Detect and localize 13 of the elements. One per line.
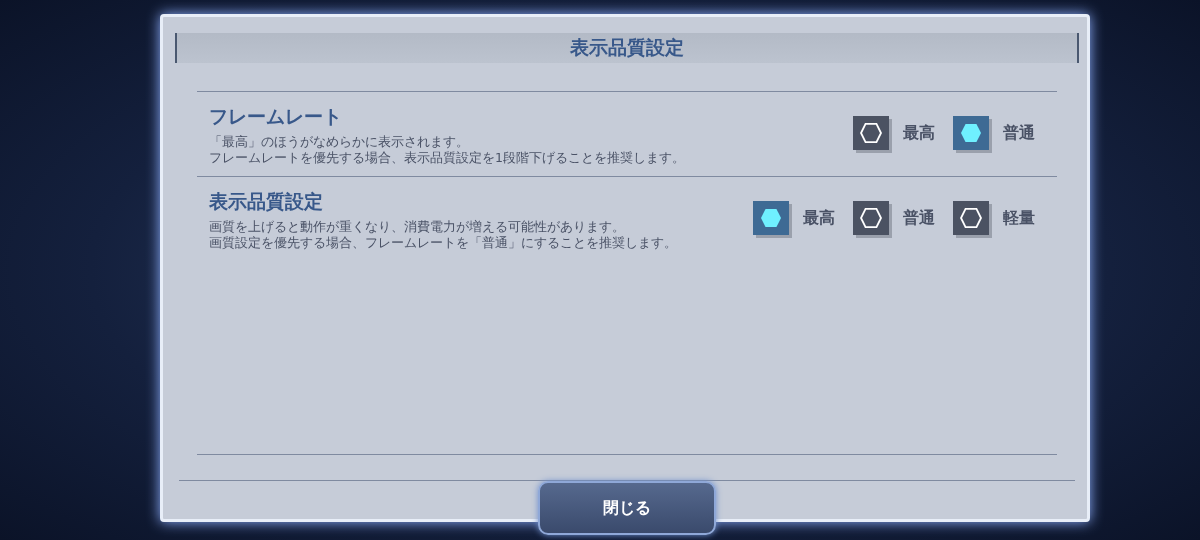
setting-description: 画質設定を優先する場合、フレームレートを「普通」にすることを推奨します。 bbox=[209, 235, 677, 251]
option-button[interactable]: 軽量 bbox=[953, 201, 1035, 235]
option-button[interactable]: 最高 bbox=[753, 201, 835, 235]
setting-heading: フレームレート bbox=[209, 104, 343, 129]
close-button[interactable]: 閉じる bbox=[538, 481, 716, 535]
setting-description: フレームレートを優先する場合、表示品質設定を1段階下げることを推奨します。 bbox=[209, 150, 685, 166]
dialog-title: 表示品質設定 bbox=[570, 35, 684, 60]
setting-heading: 表示品質設定 bbox=[209, 189, 324, 214]
option-button[interactable]: 最高 bbox=[853, 116, 935, 150]
option-button[interactable]: 普通 bbox=[953, 116, 1035, 150]
setting-description: 画質を上げると動作が重くなり、消費電力が増える可能性があります。 bbox=[209, 219, 626, 235]
option-button[interactable]: 普通 bbox=[853, 201, 935, 235]
setting-description: 「最高」のほうがなめらかに表示されます。 bbox=[209, 134, 470, 150]
